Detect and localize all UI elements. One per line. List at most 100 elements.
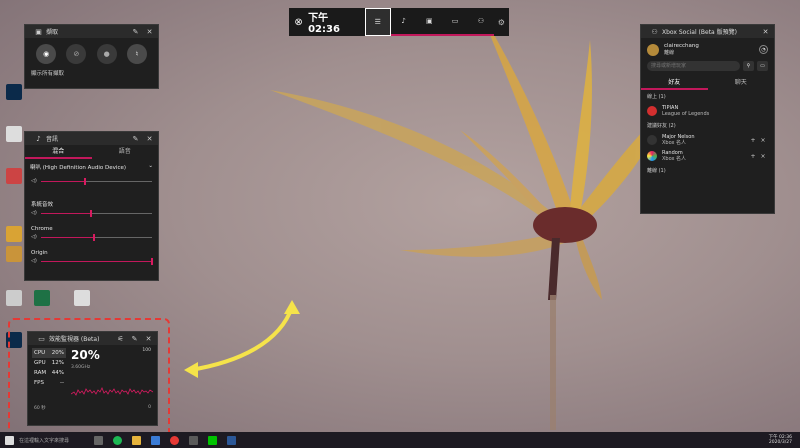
graph-min-label: 0 (148, 405, 151, 410)
social-header: ⚇ Xbox Social (Beta 版預覽) ✕ (641, 25, 774, 38)
taskbar: 在這裡輸入文字來搜尋 下午 02:36 2020/3/27 (0, 432, 800, 448)
social-icon[interactable]: ⚇ (467, 8, 494, 36)
capture-header: ▣ 擷取 ✎ ✕ (25, 25, 158, 38)
social-title: Xbox Social (Beta 版預覽) (662, 29, 737, 36)
performance-icon: ▭ (38, 334, 45, 343)
show-all-captures-link[interactable]: 顯示所有擷取 (25, 66, 158, 80)
tab-voice[interactable]: 語音 (92, 145, 159, 159)
volume-slider[interactable] (41, 177, 152, 185)
stat-ram[interactable]: RAM 44% (32, 368, 66, 378)
pin-icon[interactable]: ✎ (131, 27, 140, 36)
speaker-icon: ◁) (31, 258, 37, 264)
mixer-row-chrome: Chrome ◁) (25, 223, 158, 243)
stat-name: CPU (34, 350, 46, 356)
output-device-label: 喇叭 (High Definition Audio Device) (30, 165, 127, 171)
tab-chat[interactable]: 聊天 (708, 76, 775, 90)
taskbar-search[interactable]: 在這裡輸入文字來搜尋 (19, 437, 89, 444)
file-icon[interactable] (6, 290, 22, 306)
explorer-icon[interactable] (132, 435, 141, 445)
volume-slider[interactable] (41, 209, 152, 217)
record-icon[interactable]: ● (96, 44, 117, 64)
search-input[interactable] (647, 61, 740, 71)
gear-icon[interactable]: ⚙ (494, 18, 509, 27)
stat-value: -- (60, 380, 64, 386)
dismiss-icon[interactable]: × (758, 137, 768, 144)
list-item[interactable]: Random Xbox 名人 + × (641, 148, 774, 164)
audio-icon: ♪ (36, 134, 41, 143)
performance-icon[interactable]: ▭ (442, 8, 468, 36)
xbox-social-panel: ⚇ Xbox Social (Beta 版預覽) ✕ clairecchang … (640, 24, 775, 214)
taskview-icon[interactable] (94, 435, 103, 445)
close-icon[interactable]: ✕ (144, 334, 153, 343)
cpu-graph (70, 387, 154, 396)
screenshot-icon[interactable]: ◉ (36, 44, 57, 64)
stat-name: GPU (34, 360, 46, 366)
photoshop-icon[interactable] (6, 84, 22, 100)
file-icon[interactable] (6, 126, 22, 142)
current-user: clairecchang 離線 ◔ (641, 38, 774, 61)
chevron-down-icon: ⌄ (148, 163, 153, 169)
volume-slider[interactable] (41, 257, 153, 265)
online-section-header[interactable]: 線上 (1) (641, 90, 774, 103)
mic-off-icon[interactable]: ♮ (126, 44, 147, 64)
capture-panel: ▣ 擷取 ✎ ✕ ◉ ⊘ ● ♮ 顯示所有擷取 (24, 24, 159, 89)
taskbar-clock[interactable]: 下午 02:36 2020/3/27 (769, 435, 800, 445)
offline-section-header[interactable]: 離線 (1) (641, 164, 774, 177)
audio-icon[interactable]: ♪ (390, 8, 417, 36)
list-item[interactable]: TIPIAN League of Legends (641, 103, 774, 119)
bell-icon[interactable]: ◔ (759, 45, 768, 54)
app-icon[interactable] (227, 435, 236, 445)
app-icon[interactable] (6, 168, 22, 184)
excel-icon[interactable] (34, 290, 50, 306)
mixer-row-label: Origin (31, 250, 48, 256)
xbox-logo-icon[interactable]: ⊗ (289, 17, 308, 28)
chrome-icon[interactable] (170, 435, 179, 445)
add-icon[interactable]: + (748, 137, 758, 144)
capture-icon[interactable]: ▣ (416, 8, 443, 36)
tab-friends[interactable]: 好友 (641, 76, 708, 90)
avatar[interactable] (647, 43, 659, 56)
add-friend-icon[interactable]: ⚲ (743, 61, 754, 71)
master-volume: ◁) (25, 175, 158, 187)
options-icon[interactable]: ⚟ (116, 334, 125, 343)
close-icon[interactable]: ✕ (145, 27, 154, 36)
stat-cpu[interactable]: CPU 20% (32, 348, 66, 358)
start-icon[interactable] (5, 435, 14, 445)
list-item[interactable]: Major Nelson Xbox 名人 + × (641, 132, 774, 148)
app-icon[interactable] (151, 435, 160, 445)
widget-menu-icon[interactable]: ☰ (364, 8, 391, 36)
friend-activity: Xbox 名人 (662, 156, 687, 162)
folder-icon[interactable] (6, 226, 22, 242)
file-icon[interactable] (74, 290, 90, 306)
suggested-section-header[interactable]: 建議好友 (2) (641, 119, 774, 132)
friend-activity: Xbox 名人 (662, 140, 687, 146)
close-icon[interactable]: ✕ (761, 27, 770, 36)
pin-icon[interactable]: ✎ (130, 334, 139, 343)
record-last-icon[interactable]: ⊘ (66, 44, 87, 64)
app-icon[interactable] (189, 435, 198, 445)
stat-name: FPS (34, 380, 44, 386)
social-icon: ⚇ (651, 27, 658, 36)
graph-max-label: 100 (142, 348, 151, 353)
close-icon[interactable]: ✕ (145, 134, 154, 143)
tab-mix[interactable]: 混合 (25, 145, 92, 159)
user-status[interactable]: 離線 (664, 49, 759, 56)
dismiss-icon[interactable]: × (758, 153, 768, 160)
audio-title: 音訊 (46, 136, 59, 143)
mixer-row-system: 系統音效 ◁) (25, 197, 158, 219)
pin-icon[interactable]: ✎ (131, 134, 140, 143)
spotify-icon[interactable] (113, 435, 122, 445)
chat-icon[interactable]: ▭ (757, 61, 768, 71)
performance-panel: ▭ 效能監視器 (Beta) ⚟ ✎ ✕ CPU 20% GPU 12% RAM 44… (27, 331, 158, 426)
line-icon[interactable] (208, 435, 217, 445)
output-device-select[interactable]: 喇叭 (High Definition Audio Device) ⌄ (25, 159, 158, 175)
stat-value: 44% (51, 370, 64, 376)
volume-slider[interactable] (41, 233, 152, 241)
add-icon[interactable]: + (748, 153, 758, 160)
stat-fps[interactable]: FPS -- (32, 378, 66, 388)
cpu-frequency: 3.60GHz (71, 365, 91, 370)
folder-icon[interactable] (6, 246, 22, 262)
speaker-icon: ◁) (31, 178, 37, 184)
stat-gpu[interactable]: GPU 12% (32, 358, 66, 368)
stat-name: RAM (34, 370, 47, 376)
